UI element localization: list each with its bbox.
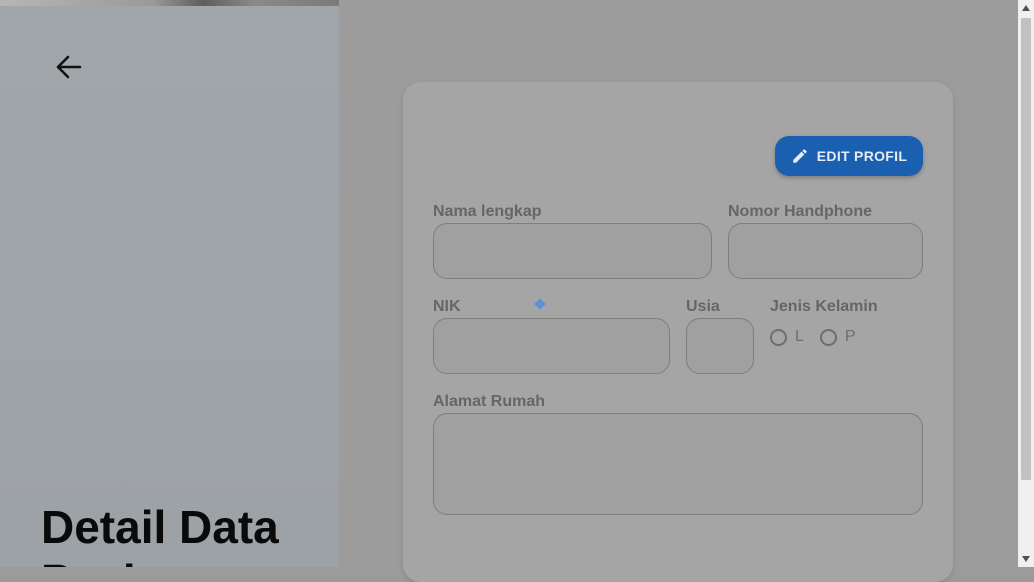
- scroll-thumb[interactable]: [1021, 18, 1031, 480]
- gender-radio-l[interactable]: L: [770, 328, 804, 346]
- nik-input[interactable]: [433, 318, 670, 374]
- phone-label: Nomor Handphone: [728, 203, 872, 220]
- radio-circle-icon: [819, 328, 837, 346]
- left-panel: Detail Data Pasien: [0, 0, 339, 567]
- back-button[interactable]: [48, 48, 88, 86]
- triangle-up-icon: [1022, 5, 1030, 11]
- age-label: Usia: [686, 298, 720, 315]
- gender-label: Jenis Kelamin: [770, 298, 878, 315]
- page-title: Detail Data Pasien: [41, 501, 279, 567]
- address-textarea[interactable]: [433, 413, 923, 515]
- vertical-scrollbar[interactable]: [1018, 0, 1034, 567]
- gender-option-p-label: P: [844, 328, 856, 345]
- gender-radio-group: L P: [770, 328, 872, 346]
- phone-input[interactable]: [728, 223, 923, 279]
- pencil-icon: [793, 149, 807, 163]
- gender-option-l-label: L: [795, 328, 804, 345]
- radio-circle-icon: [770, 328, 787, 346]
- address-label: Alamat Rumah: [433, 393, 546, 410]
- age-input[interactable]: [686, 318, 754, 374]
- triangle-down-icon: [1022, 556, 1030, 562]
- full-name-label: Nama lengkap: [433, 203, 542, 220]
- scroll-up-arrow[interactable]: [1018, 0, 1034, 16]
- scroll-down-arrow[interactable]: [1018, 551, 1034, 567]
- arrow-left-icon: [56, 55, 82, 79]
- edit-profile-button[interactable]: EDIT PROFIL: [775, 136, 923, 176]
- gender-radio-p[interactable]: P: [819, 328, 856, 346]
- nik-label: NIK: [433, 298, 461, 315]
- edit-profile-label: EDIT PROFIL: [816, 148, 908, 164]
- header-image-strip: [0, 0, 339, 6]
- full-name-input[interactable]: [433, 223, 712, 279]
